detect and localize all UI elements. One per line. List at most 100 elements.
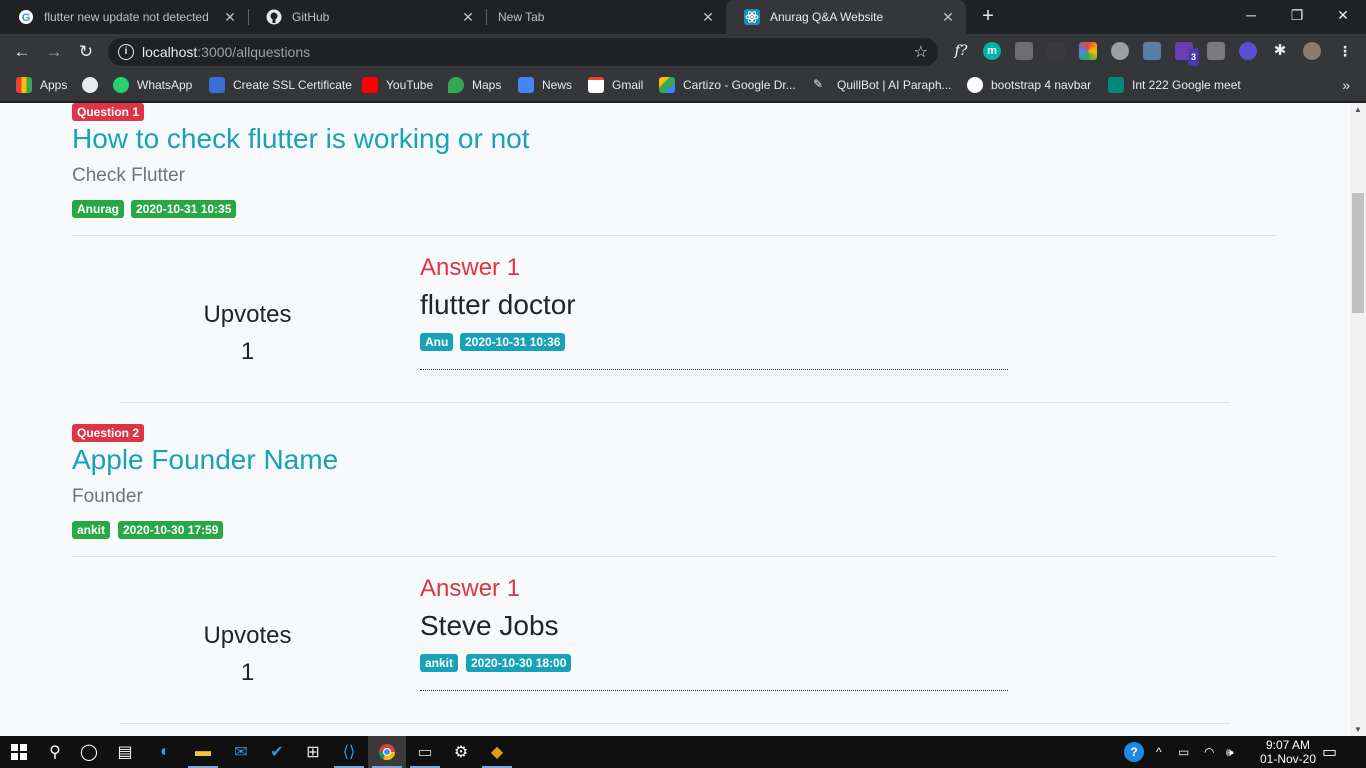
edge-icon[interactable]: ◐ — [146, 736, 184, 768]
bookmark-star-icon[interactable]: ☆ — [914, 42, 928, 62]
question-title[interactable]: How to check flutter is working or not — [72, 123, 530, 155]
volume-icon[interactable]: 🕪 — [1226, 736, 1234, 768]
bookmark-google-meet[interactable]: Int 222 Google meet — [1108, 77, 1241, 93]
vscode-icon[interactable]: ⟨⟩ — [330, 736, 368, 768]
extension-icon[interactable] — [1015, 42, 1033, 60]
close-tab-icon[interactable]: ✕ — [940, 9, 956, 26]
tab-strip: G flutter new update not detected ✕ GitH… — [0, 0, 1366, 34]
restore-button[interactable]: ❐ — [1274, 0, 1320, 30]
forward-button[interactable]: → — [42, 40, 66, 64]
tab-github[interactable]: GitHub ✕ — [248, 0, 486, 34]
terminal-icon[interactable]: ▭ — [406, 736, 444, 768]
menu-kebab-icon[interactable]: ⋮ — [1336, 42, 1354, 60]
google-icon: G — [18, 9, 34, 25]
bookmark-gmail[interactable]: Gmail — [588, 77, 643, 93]
minimize-button[interactable]: ─ — [1228, 0, 1274, 30]
codepen-icon — [967, 77, 983, 93]
cortana-icon[interactable]: ◯ — [70, 736, 108, 768]
chrome-icon[interactable] — [368, 736, 406, 768]
reload-button[interactable]: ↻ — [74, 40, 98, 64]
bookmark-globe[interactable] — [82, 77, 106, 93]
question-author-badge: Anurag — [72, 200, 124, 218]
scrollbar-thumb[interactable] — [1352, 193, 1364, 313]
page-scrollbar[interactable]: ▲ ▼ — [1350, 103, 1366, 736]
tab-anurag-qa[interactable]: Anurag Q&A Website ✕ — [726, 0, 966, 34]
tab-new[interactable]: New Tab ✕ — [486, 0, 726, 34]
bookmark-apps[interactable]: Apps — [16, 77, 67, 93]
bookmark-news[interactable]: News — [518, 77, 572, 93]
tray-overflow-icon[interactable]: ^ — [1156, 736, 1162, 768]
upvotes-count: 1 — [240, 338, 255, 365]
mail-icon[interactable]: ✉ — [222, 736, 260, 768]
answer-title: Answer 1 — [420, 575, 521, 602]
store-icon[interactable]: ⊞ — [294, 736, 332, 768]
question-divider — [72, 556, 1277, 557]
extension-icon[interactable]: 3 — [1175, 42, 1199, 66]
file-explorer-icon[interactable]: ▬ — [184, 736, 222, 768]
scroll-up-icon[interactable]: ▲ — [1354, 105, 1362, 114]
tab-title: flutter new update not detected — [44, 10, 209, 24]
bookmark-ssl[interactable]: Create SSL Certificate — [209, 77, 352, 93]
gmail-icon — [588, 77, 604, 93]
bookmark-cartizo[interactable]: Cartizo - Google Dr... — [659, 77, 796, 93]
search-icon[interactable]: ⚲ — [36, 736, 74, 768]
close-window-button[interactable]: ✕ — [1320, 0, 1366, 30]
browser-toolbar: ← → ↻ i localhost:3000/allquestions ☆ f?… — [0, 34, 1366, 70]
youtube-icon — [362, 77, 378, 93]
help-icon[interactable]: ? — [1124, 742, 1144, 762]
wifi-icon[interactable]: ◠ — [1204, 736, 1214, 768]
tab-flutter[interactable]: G flutter new update not detected ✕ — [0, 0, 248, 34]
url-host: localhost — [142, 44, 198, 60]
clock-date: 01-Nov-20 — [1259, 752, 1316, 766]
answer-date-badge: 2020-10-31 10:36 — [460, 333, 566, 351]
task-view-icon[interactable]: ▤ — [106, 736, 144, 768]
back-button[interactable]: ← — [10, 40, 34, 64]
notifications-icon[interactable]: ▭ — [1322, 736, 1337, 768]
profile-avatar[interactable] — [1303, 42, 1321, 60]
question-badge: Question 1 — [72, 103, 145, 121]
close-tab-icon[interactable]: ✕ — [700, 9, 716, 26]
bookmarks-bar: Apps WhatsApp Create SSL Certificate You… — [0, 70, 1366, 102]
new-tab-button[interactable]: + — [976, 5, 1000, 29]
system-clock[interactable]: 9:07 AM 01-Nov-20 — [1260, 738, 1316, 766]
bookmark-whatsapp[interactable]: WhatsApp — [113, 77, 192, 93]
extension-icon[interactable] — [1047, 42, 1065, 60]
bookmark-maps[interactable]: Maps — [448, 77, 501, 93]
bookmark-quillbot[interactable]: ✎ QuillBot | AI Paraph... — [813, 77, 952, 93]
answer-divider — [420, 369, 1008, 370]
windows-start-icon[interactable] — [0, 736, 38, 768]
office-extension-icon[interactable] — [1207, 42, 1225, 60]
close-tab-icon[interactable]: ✕ — [460, 9, 476, 26]
todo-icon[interactable]: ✔ — [258, 736, 296, 768]
question-title[interactable]: Apple Founder Name — [72, 444, 338, 476]
bookmark-bootstrap[interactable]: bootstrap 4 navbar — [967, 77, 1091, 93]
answer-title: Answer 1 — [420, 254, 521, 281]
git-icon[interactable]: ◆ — [478, 736, 516, 768]
bookmarks-overflow-icon[interactable]: » — [1342, 77, 1350, 93]
news-icon — [518, 77, 534, 93]
upvotes-label: Upvotes — [203, 622, 292, 649]
question-description: Check Flutter — [72, 165, 185, 186]
m-extension-icon[interactable]: m — [983, 42, 1001, 60]
extension-icon[interactable] — [1239, 42, 1257, 60]
answer-text: Steve Jobs — [420, 610, 559, 641]
info-icon[interactable]: i — [118, 44, 134, 60]
tab-title: New Tab — [498, 10, 545, 24]
settings-gear-icon[interactable]: ⚙ — [442, 736, 480, 768]
extension-icon[interactable] — [1143, 42, 1161, 60]
scroll-down-icon[interactable]: ▼ — [1354, 725, 1362, 734]
color-picker-extension-icon[interactable] — [1079, 42, 1097, 60]
puzzle-extensions-icon[interactable]: ✱ — [1271, 42, 1289, 60]
answer-author-badge: Anu — [420, 333, 454, 351]
help-tray-icon[interactable]: ? — [1124, 736, 1144, 768]
globe-icon — [82, 77, 98, 93]
extension-icon[interactable] — [1111, 42, 1129, 60]
address-bar[interactable]: i localhost:3000/allquestions ☆ — [108, 38, 938, 66]
bookmark-youtube[interactable]: YouTube — [362, 77, 433, 93]
function-extension-icon[interactable]: f? — [950, 42, 972, 60]
answer-text: flutter doctor — [420, 289, 576, 320]
battery-icon[interactable]: ▭ — [1178, 736, 1189, 768]
url-text[interactable]: localhost:3000/allquestions — [142, 44, 310, 60]
clock-time: 9:07 AM — [1265, 738, 1310, 752]
close-tab-icon[interactable]: ✕ — [222, 9, 238, 26]
